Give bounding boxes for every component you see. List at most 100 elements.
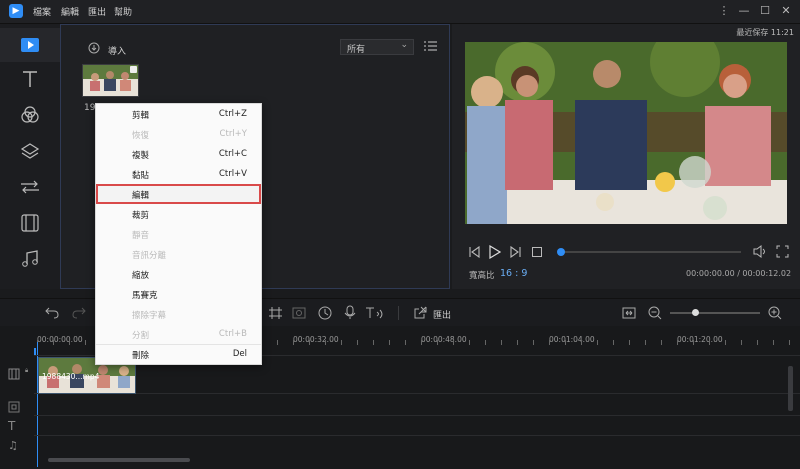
redo-icon[interactable]	[72, 307, 86, 319]
menu-export[interactable]: 匯出	[88, 5, 106, 18]
transitions-icon	[21, 180, 39, 194]
undo-icon[interactable]	[45, 307, 59, 319]
play-icon[interactable]	[489, 245, 501, 259]
ruler-tick	[709, 340, 710, 345]
ruler-tick	[725, 340, 726, 345]
context-menu-item: 靜音	[96, 224, 261, 244]
zoom-in-icon[interactable]	[768, 306, 782, 320]
zoom-out-icon[interactable]	[648, 306, 662, 320]
ruler-tick	[469, 340, 470, 345]
context-menu-item-label: 裁剪	[132, 211, 150, 221]
next-frame-icon[interactable]	[510, 246, 522, 258]
context-menu-shortcut: Ctrl+B	[218, 329, 247, 339]
lock-icon[interactable]: 🔒︎	[25, 367, 28, 375]
fullscreen-icon[interactable]	[776, 245, 789, 258]
ruler-tick	[789, 340, 790, 345]
rail-media-button[interactable]	[0, 28, 60, 62]
track-divider	[34, 393, 800, 394]
music-track-icon: ♫	[8, 439, 18, 452]
chevron-down-icon: ⌄	[400, 40, 408, 50]
list-view-icon[interactable]	[424, 41, 437, 52]
ruler-mark: 00:00:32.00	[293, 335, 339, 344]
filter-value: 所有	[347, 45, 366, 55]
crop-icon[interactable]	[268, 306, 283, 320]
minimize-icon[interactable]: —	[737, 4, 751, 18]
context-menu-item-label: 分割	[132, 331, 150, 341]
context-menu-item[interactable]: 剪輯 Ctrl+Z	[96, 104, 261, 124]
rail-overlays-button[interactable]	[0, 134, 60, 168]
context-menu-item-label: 複製	[132, 151, 150, 161]
playback-progress-knob[interactable]	[557, 248, 565, 256]
ruler-tick	[421, 340, 422, 345]
ruler-tick	[437, 340, 438, 345]
aspect-label: 寬高比	[469, 271, 495, 281]
aspect-value[interactable]: 16 : 9	[500, 268, 527, 279]
ruler-tick	[773, 340, 774, 345]
menu-edit[interactable]: 編輯	[61, 5, 79, 18]
ruler-mark: 00:01:04.00	[549, 335, 595, 344]
context-menu-item[interactable]: 編輯	[96, 184, 261, 204]
context-menu-item[interactable]: 裁剪	[96, 204, 261, 224]
text-to-speech-icon[interactable]	[365, 306, 385, 320]
ruler-tick	[405, 340, 406, 345]
ruler-tick	[389, 340, 390, 345]
ruler-tick	[661, 340, 662, 345]
context-menu-item-label: 靜音	[132, 231, 150, 241]
ruler-tick	[277, 340, 278, 345]
context-menu-shortcut: Del	[232, 349, 247, 359]
fit-timeline-icon[interactable]	[622, 307, 636, 319]
rail-music-button[interactable]	[0, 242, 60, 276]
export-icon[interactable]	[414, 306, 427, 319]
ruler-tick	[53, 340, 54, 345]
playback-progress-track[interactable]	[561, 251, 741, 253]
microphone-icon[interactable]	[344, 305, 356, 320]
ruler-mark: 00:00:48.00	[421, 335, 467, 344]
duration-icon[interactable]	[318, 306, 332, 320]
ruler-tick	[757, 340, 758, 345]
rail-elements-button[interactable]	[0, 206, 60, 240]
ruler-tick	[517, 340, 518, 345]
rail-transitions-button[interactable]	[0, 170, 60, 204]
media-icon	[21, 38, 39, 52]
prev-frame-icon[interactable]	[468, 246, 480, 258]
toolbar-divider	[398, 306, 399, 320]
maximize-icon[interactable]: ☐	[758, 4, 772, 18]
mosaic-icon[interactable]	[292, 307, 306, 319]
media-thumbnail[interactable]	[82, 64, 139, 97]
rail-text-button[interactable]	[0, 62, 60, 96]
left-icon-rail	[0, 24, 60, 289]
context-menu-shortcut: Ctrl+V	[218, 169, 247, 179]
overlay-track-icon	[8, 401, 20, 413]
context-menu-item[interactable]: 馬賽克	[96, 284, 261, 304]
context-menu-item[interactable]: 刪除 Del	[96, 344, 261, 364]
import-icon[interactable]	[88, 42, 100, 54]
ruler-tick	[453, 340, 454, 345]
rail-filters-button[interactable]	[0, 98, 60, 132]
context-menu-item[interactable]: 縮放	[96, 264, 261, 284]
stop-icon[interactable]	[532, 247, 542, 257]
context-menu-item[interactable]: 複製 Ctrl+C	[96, 144, 261, 164]
context-menu-item: 擦除字幕	[96, 304, 261, 324]
menu-help[interactable]: 幫助	[114, 5, 132, 18]
volume-icon[interactable]	[753, 245, 767, 258]
ruler-mark: 00:01:20.00	[677, 335, 723, 344]
ruler-tick	[645, 340, 646, 345]
export-button[interactable]: 匯出	[433, 308, 451, 321]
zoom-slider-knob[interactable]	[692, 309, 699, 316]
video-preview[interactable]	[465, 42, 787, 224]
film-icon	[21, 214, 39, 232]
horizontal-scrollbar[interactable]	[48, 458, 190, 462]
filter-select[interactable]: 所有 ⌄	[340, 39, 414, 55]
music-icon	[22, 250, 38, 267]
menu-file[interactable]: 檔案	[33, 5, 51, 18]
more-options-icon[interactable]: ⋮	[717, 4, 731, 18]
vertical-scrollbar[interactable]	[788, 366, 793, 411]
zoom-slider-track[interactable]	[670, 312, 760, 314]
ruler-tick	[85, 340, 86, 345]
import-label[interactable]: 導入	[108, 44, 126, 57]
context-menu-item-label: 剪輯	[132, 111, 150, 121]
context-menu-item[interactable]: 黏貼 Ctrl+V	[96, 164, 261, 184]
ruler-tick	[741, 340, 742, 345]
context-menu-shortcut: Ctrl+C	[218, 149, 247, 159]
close-icon[interactable]: ✕	[779, 4, 793, 18]
